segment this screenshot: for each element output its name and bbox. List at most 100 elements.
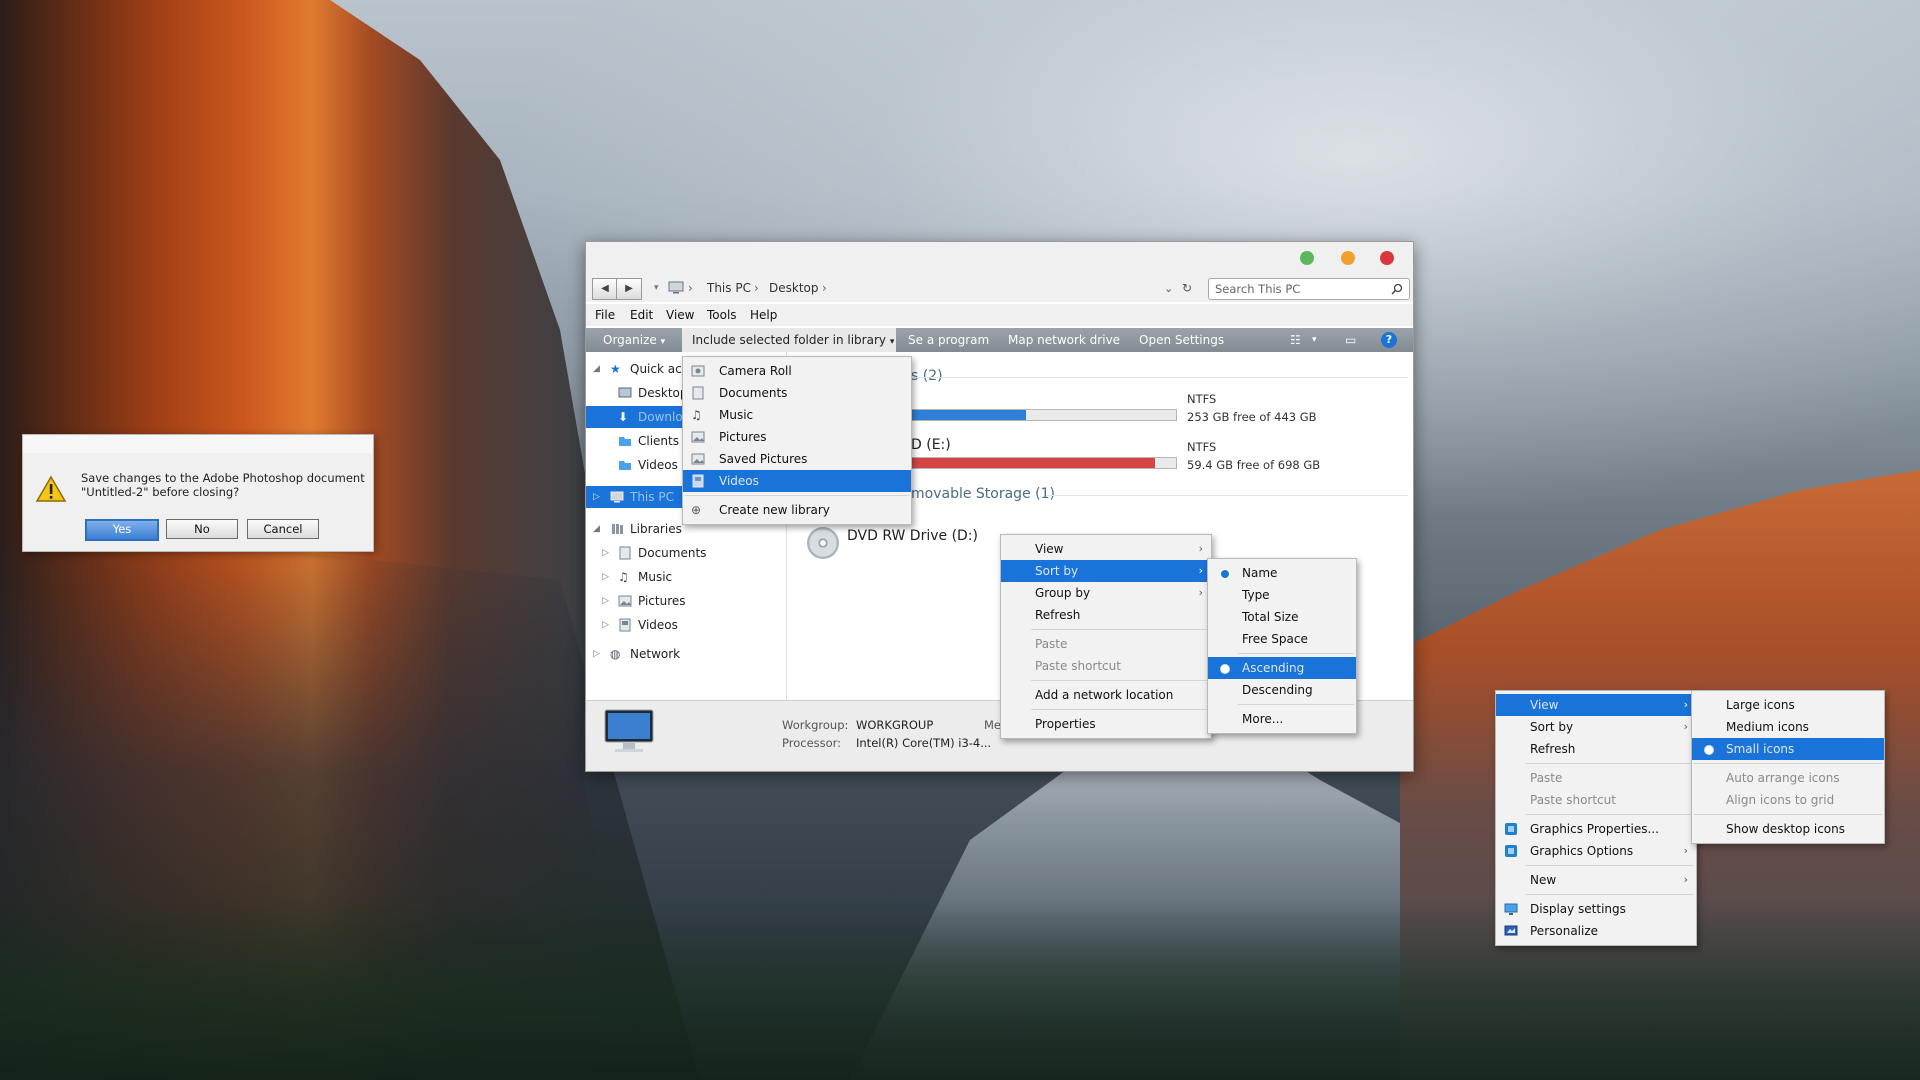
dvd-drive-label[interactable]: DVD RW Drive (D:) bbox=[847, 528, 978, 544]
library-item-saved-pictures[interactable]: Saved Pictures bbox=[683, 448, 911, 470]
maximize-button[interactable] bbox=[1300, 251, 1314, 265]
ctx-paste-shortcut[interactable]: Paste shortcut bbox=[1001, 655, 1211, 677]
collapse-arrow-icon[interactable]: ◢ bbox=[593, 358, 600, 380]
expand-arrow-icon[interactable]: ▷ bbox=[602, 542, 609, 564]
expand-arrow-icon[interactable]: ▷ bbox=[602, 614, 609, 636]
expand-arrow-icon[interactable]: ▷ bbox=[602, 566, 609, 588]
collapse-arrow-icon[interactable]: ◢ bbox=[593, 518, 600, 540]
preview-pane-icon[interactable]: ▭ bbox=[1345, 333, 1356, 347]
expand-arrow-icon[interactable]: ▷ bbox=[593, 486, 600, 508]
library-item-videos[interactable]: Videos bbox=[683, 470, 911, 492]
desk-graphics-properties[interactable]: Graphics Properties... bbox=[1496, 818, 1696, 840]
desktop-icon bbox=[618, 387, 632, 398]
breadcrumb-this-pc[interactable]: This PC bbox=[707, 281, 751, 295]
dialog-titlebar[interactable] bbox=[23, 435, 373, 453]
minimize-button[interactable] bbox=[1341, 251, 1355, 265]
desk-view[interactable]: View › bbox=[1496, 694, 1696, 716]
desk-paste[interactable]: Paste bbox=[1496, 767, 1696, 789]
view-large-icons[interactable]: Large icons bbox=[1692, 694, 1884, 716]
search-icon bbox=[1391, 283, 1403, 295]
radio-selected-icon bbox=[1704, 745, 1714, 755]
view-align-to-grid[interactable]: Align icons to grid bbox=[1692, 789, 1884, 811]
nav-lib-documents[interactable]: ▷ Documents bbox=[586, 542, 786, 564]
submenu-arrow-icon: › bbox=[1198, 542, 1203, 555]
create-new-library[interactable]: ⊕ Create new library bbox=[683, 499, 911, 521]
ctx-refresh[interactable]: Refresh bbox=[1001, 604, 1211, 626]
close-button[interactable] bbox=[1380, 251, 1394, 265]
star-icon: ★ bbox=[610, 362, 621, 376]
desk-new[interactable]: New › bbox=[1496, 869, 1696, 891]
refresh-icon[interactable]: ↻ bbox=[1182, 281, 1192, 295]
menu-tools[interactable]: Tools bbox=[707, 308, 737, 322]
group-header-devices: s (2) bbox=[911, 368, 943, 384]
nav-lib-videos[interactable]: ▷ Videos bbox=[586, 614, 786, 636]
cancel-button[interactable]: Cancel bbox=[247, 519, 319, 539]
search-input[interactable]: Search This PC bbox=[1208, 278, 1410, 300]
expand-arrow-icon[interactable]: ▷ bbox=[593, 643, 600, 665]
organize-button[interactable]: Organize ▾ bbox=[603, 333, 665, 347]
sort-free-space[interactable]: Free Space bbox=[1208, 628, 1356, 650]
desk-personalize[interactable]: Personalize bbox=[1496, 920, 1696, 942]
sort-descending[interactable]: Descending bbox=[1208, 679, 1356, 701]
desk-sort-by[interactable]: Sort by › bbox=[1496, 716, 1696, 738]
view-options-dropdown-icon[interactable]: ▾ bbox=[1312, 335, 1317, 345]
menu-edit[interactable]: Edit bbox=[630, 308, 653, 322]
history-dropdown-icon[interactable]: ▾ bbox=[654, 283, 659, 293]
library-item-music[interactable]: ♫ Music bbox=[683, 404, 911, 426]
nav-network[interactable]: ▷ ◍ Network bbox=[586, 643, 786, 665]
back-button[interactable]: ◀ bbox=[592, 278, 618, 300]
help-icon[interactable]: ? bbox=[1381, 332, 1397, 348]
sort-more[interactable]: More... bbox=[1208, 708, 1356, 730]
desk-display-settings[interactable]: Display settings bbox=[1496, 898, 1696, 920]
uninstall-program-button[interactable]: Se a program bbox=[908, 333, 989, 347]
sort-total-size[interactable]: Total Size bbox=[1208, 606, 1356, 628]
expand-arrow-icon[interactable]: ▷ bbox=[602, 590, 609, 612]
desk-paste-shortcut[interactable]: Paste shortcut bbox=[1496, 789, 1696, 811]
drive-e-name[interactable]: D (E:) bbox=[911, 437, 951, 453]
ctx-group-by[interactable]: Group by › bbox=[1001, 582, 1211, 604]
command-bar: Organize ▾ Include selected folder in li… bbox=[586, 328, 1413, 352]
ctx-sort-by[interactable]: Sort by › bbox=[1001, 560, 1211, 582]
ctx-properties[interactable]: Properties bbox=[1001, 713, 1211, 735]
menu-file[interactable]: File bbox=[595, 308, 615, 322]
ctx-add-network-location[interactable]: Add a network location bbox=[1001, 684, 1211, 706]
view-options-icon[interactable]: ☷ bbox=[1290, 333, 1301, 347]
library-item-pictures[interactable]: Pictures bbox=[683, 426, 911, 448]
open-settings-button[interactable]: Open Settings bbox=[1139, 333, 1224, 347]
no-button[interactable]: No bbox=[166, 519, 238, 539]
processor-value: Intel(R) Core(TM) i3-4... bbox=[856, 736, 992, 750]
menu-separator bbox=[1031, 680, 1209, 681]
breadcrumb-desktop[interactable]: Desktop bbox=[769, 281, 819, 295]
intel-graphics-icon bbox=[1505, 845, 1517, 857]
map-network-drive-button[interactable]: Map network drive bbox=[1008, 333, 1120, 347]
drive-c-filesystem: NTFS bbox=[1187, 392, 1217, 406]
library-item-documents[interactable]: Documents bbox=[683, 382, 911, 404]
view-show-desktop-icons[interactable]: Show desktop icons bbox=[1692, 818, 1884, 840]
menu-separator bbox=[1526, 763, 1694, 764]
nav-lib-pictures[interactable]: ▷ Pictures bbox=[586, 590, 786, 612]
desk-refresh[interactable]: Refresh bbox=[1496, 738, 1696, 760]
nav-label: Downlo bbox=[638, 410, 683, 424]
address-dropdown-icon[interactable]: ⌄ bbox=[1164, 282, 1173, 295]
submenu-arrow-icon: › bbox=[1683, 698, 1688, 711]
ctx-paste[interactable]: Paste bbox=[1001, 633, 1211, 655]
view-medium-icons[interactable]: Medium icons bbox=[1692, 716, 1884, 738]
group-divider bbox=[913, 377, 1408, 378]
library-item-camera-roll[interactable]: Camera Roll bbox=[683, 360, 911, 382]
forward-button[interactable]: ▶ bbox=[616, 278, 642, 300]
view-small-icons[interactable]: Small icons bbox=[1692, 738, 1884, 760]
menu-help[interactable]: Help bbox=[750, 308, 777, 322]
yes-button[interactable]: Yes bbox=[85, 519, 159, 541]
ctx-view[interactable]: View › bbox=[1001, 538, 1211, 560]
sort-type[interactable]: Type bbox=[1208, 584, 1356, 606]
view-auto-arrange[interactable]: Auto arrange icons bbox=[1692, 767, 1884, 789]
dvd-drive-icon[interactable] bbox=[807, 527, 839, 559]
include-library-button[interactable]: Include selected folder in library ▾ bbox=[682, 328, 896, 352]
desk-graphics-options[interactable]: Graphics Options › bbox=[1496, 840, 1696, 862]
menu-view[interactable]: View bbox=[666, 308, 694, 322]
nav-label: Pictures bbox=[638, 594, 686, 608]
sort-name[interactable]: Name bbox=[1208, 562, 1356, 584]
download-icon: ⬇ bbox=[618, 410, 629, 424]
nav-lib-music[interactable]: ▷ ♫ Music bbox=[586, 566, 786, 588]
sort-ascending[interactable]: Ascending bbox=[1208, 657, 1356, 679]
